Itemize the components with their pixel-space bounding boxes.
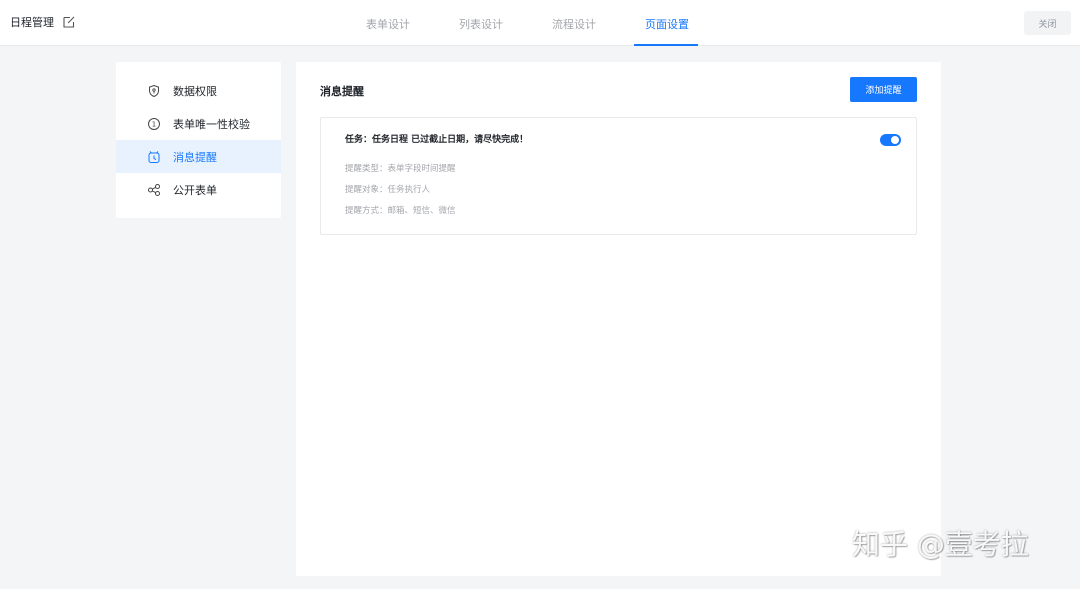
app-title: 日程管理	[10, 16, 54, 29]
sidebar-item-label: 公开表单	[173, 183, 217, 197]
alarm-clock-icon	[147, 150, 161, 164]
toggle-knob	[891, 136, 899, 144]
sidebar-item-label: 数据权限	[173, 84, 217, 98]
active-tab-indicator	[634, 44, 698, 46]
sidebar-item-label: 表单唯一性校验	[173, 117, 250, 131]
tab-page-settings[interactable]: 页面设置	[645, 16, 689, 32]
sidebar-item-label: 消息提醒	[173, 150, 217, 164]
edit-icon[interactable]	[62, 14, 76, 28]
share-icon	[147, 183, 161, 197]
watermark: 知乎 @壹考拉	[852, 528, 1029, 561]
sidebar-item-unique-check[interactable]: 1 表单唯一性校验	[116, 107, 281, 140]
main-panel: 消息提醒 添加提醒 任务：任务日程 已过截止日期，请尽快完成！ 提醒类型：表单字…	[296, 62, 941, 576]
close-button[interactable]: 关闭	[1024, 11, 1071, 35]
sidebar-item-message-reminder[interactable]: 消息提醒	[116, 140, 281, 173]
sidebar-item-public-form[interactable]: 公开表单	[116, 173, 281, 206]
reminder-type: 提醒类型：表单字段时间提醒	[345, 164, 456, 174]
add-reminder-button[interactable]: 添加提醒	[850, 77, 917, 102]
settings-sidebar: 数据权限 1 表单唯一性校验 消息提醒 公开表单	[116, 62, 281, 218]
top-bar: 日程管理 表单设计 列表设计 流程设计 页面设置 关闭	[0, 0, 1080, 46]
reminder-title: 任务：任务日程 已过截止日期，请尽快完成！	[345, 135, 529, 145]
reminder-target: 提醒对象：任务执行人	[345, 185, 431, 195]
reminder-method: 提醒方式：邮箱、短信、微信	[345, 206, 456, 216]
tab-flow-design[interactable]: 流程设计	[552, 16, 596, 32]
tab-list-design[interactable]: 列表设计	[459, 16, 503, 32]
unique-check-icon: 1	[147, 117, 161, 131]
tab-form-design[interactable]: 表单设计	[366, 16, 410, 32]
page-title: 消息提醒	[320, 85, 364, 98]
shield-icon	[147, 84, 161, 98]
svg-text:1: 1	[152, 120, 156, 128]
reminder-card[interactable]: 任务：任务日程 已过截止日期，请尽快完成！ 提醒类型：表单字段时间提醒 提醒对象…	[320, 117, 917, 235]
sidebar-item-data-permission[interactable]: 数据权限	[116, 74, 281, 107]
reminder-enable-toggle[interactable]	[880, 134, 901, 146]
